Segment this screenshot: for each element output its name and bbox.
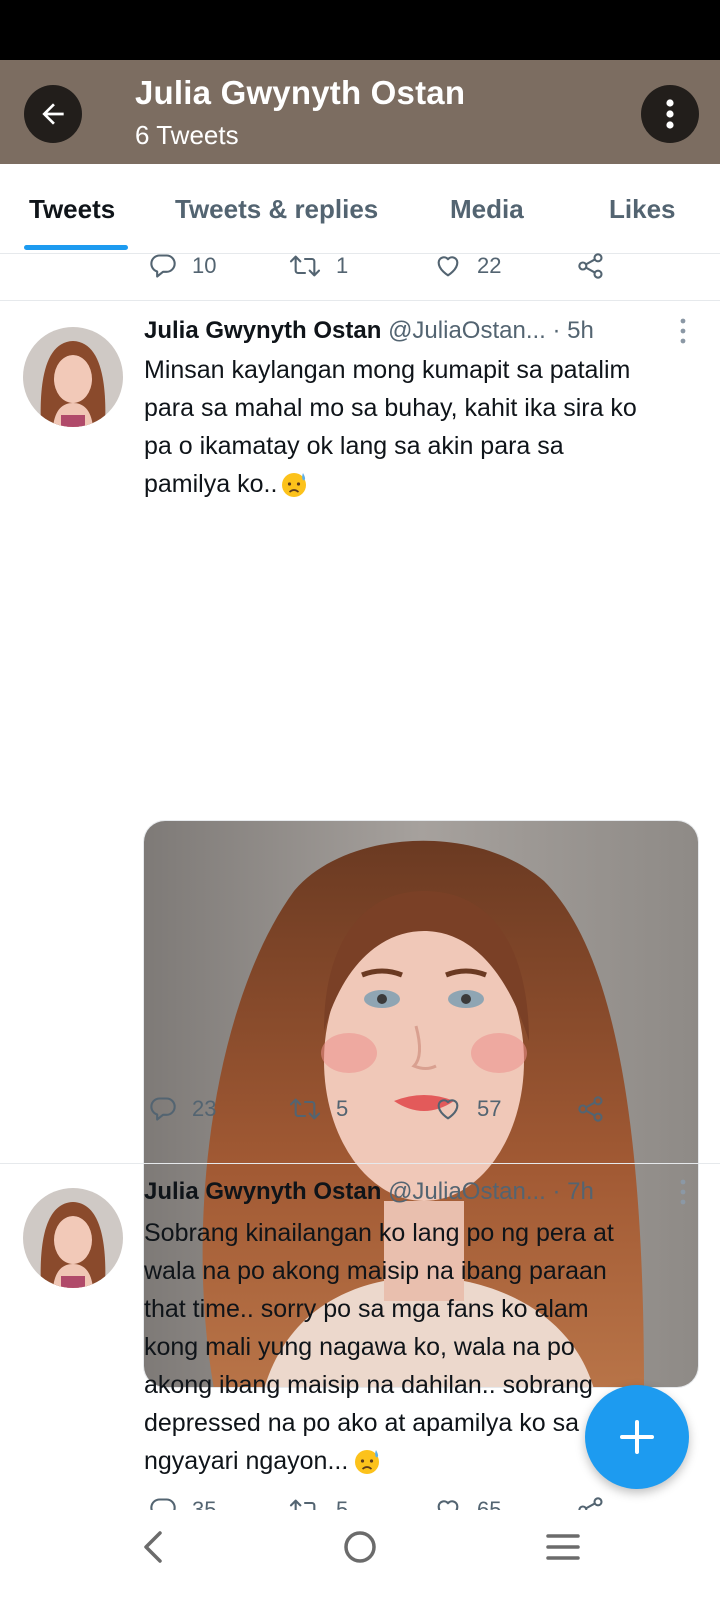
previous-tweet-actions: 10 1 22: [148, 246, 648, 286]
share-icon: [578, 1096, 603, 1122]
tab-media[interactable]: Media: [450, 194, 524, 225]
retweet-icon: [289, 1499, 316, 1510]
heart-icon: [437, 1500, 459, 1510]
author-name[interactable]: Julia Gwynyth Ostan: [144, 1178, 381, 1205]
sad-sweat-face-icon: [282, 473, 307, 497]
retweet-button[interactable]: 1: [288, 246, 348, 286]
profile-tabs: Tweets Tweets & replies Media Likes: [0, 164, 720, 254]
sad-sweat-face-icon: [355, 1450, 380, 1474]
reply-count: 23: [192, 1096, 217, 1121]
retweet-count: 5: [336, 1096, 349, 1121]
reply-button[interactable]: 23: [148, 1089, 216, 1129]
tweet-header: Julia Gwynyth Ostan @JuliaOstan... · 7h: [144, 1178, 674, 1206]
tweet-time[interactable]: · 7h: [553, 1178, 594, 1205]
like-button[interactable]: 22: [433, 246, 501, 286]
reply-count: 10: [192, 253, 217, 278]
avatar-photo: [23, 1188, 123, 1288]
active-tab-indicator: [24, 245, 128, 250]
share-button[interactable]: [576, 246, 606, 286]
nav-back-icon[interactable]: [140, 1530, 166, 1564]
avatar-photo: [23, 327, 123, 427]
like-button[interactable]: 57: [433, 1089, 501, 1129]
tweet-text-line: pa o ikamatay ok lang sa akin para sa: [144, 432, 564, 460]
profile-header: Julia Gwynyth Ostan 6 Tweets: [0, 60, 720, 164]
like-count: 65: [477, 1497, 502, 1510]
tab-tweets[interactable]: Tweets: [29, 194, 115, 225]
tweet-text-line: that time.. sorry po sa mga fans ko alam: [144, 1295, 589, 1323]
tweet-text-line: para sa mahal mo sa buhay, kahit ika sir…: [144, 394, 637, 422]
compose-tweet-button[interactable]: [585, 1385, 689, 1489]
tweet-text: Minsan kaylangan mong kumapit sa patalim…: [144, 351, 704, 503]
tweet-actions: 23 5 57: [148, 1089, 648, 1129]
like-count: 22: [477, 253, 502, 278]
retweet-button[interactable]: 5: [288, 1089, 348, 1129]
tweet-text-line: pamilya ko..: [144, 470, 278, 498]
share-button[interactable]: [576, 1089, 606, 1129]
nav-recents-icon[interactable]: [546, 1532, 580, 1562]
author-handle[interactable]: @JuliaOstan...: [388, 1178, 546, 1205]
reply-button[interactable]: 35: [148, 1490, 216, 1510]
back-button[interactable]: [24, 85, 82, 143]
heart-icon: [437, 1099, 459, 1120]
reply-icon: [150, 1498, 176, 1510]
share-icon: [578, 1497, 603, 1510]
plus-icon: [620, 1420, 654, 1454]
status-bar: [0, 0, 720, 60]
heart-icon: [437, 256, 459, 277]
tweet-text-line: kong mali yung nagawa ko, wala na po: [144, 1333, 575, 1361]
reply-icon: [150, 254, 176, 278]
author-name[interactable]: Julia Gwynyth Ostan: [144, 317, 381, 344]
tweet-text-line: Sobrang kinailangan ko lang po ng pera a…: [144, 1219, 614, 1247]
tweet-count: 6 Tweets: [135, 120, 239, 150]
reply-button[interactable]: 10: [148, 246, 216, 286]
retweet-icon: [289, 1098, 321, 1120]
avatar[interactable]: [23, 327, 123, 427]
tweet-actions: 35 5 65: [148, 1480, 648, 1510]
share-icon: [578, 253, 603, 279]
tweet-header: Julia Gwynyth Ostan @JuliaOstan... · 5h: [144, 317, 674, 345]
author-handle[interactable]: @JuliaOstan...: [388, 317, 546, 344]
retweet-count: 5: [336, 1497, 349, 1510]
share-button[interactable]: [576, 1490, 606, 1510]
arrow-left-icon: [42, 103, 64, 125]
reply-count: 35: [192, 1497, 217, 1510]
like-button[interactable]: 65: [433, 1490, 501, 1510]
system-navigation-bar: [0, 1510, 720, 1600]
tweet-menu-icon[interactable]: [680, 1179, 686, 1205]
avatar[interactable]: [23, 1188, 123, 1288]
more-options-button[interactable]: [641, 85, 699, 143]
tweet-menu-icon[interactable]: [680, 318, 686, 344]
retweet-icon: [289, 255, 321, 277]
like-count: 57: [477, 1096, 502, 1121]
tab-tweets-and-replies[interactable]: Tweets & replies: [175, 194, 378, 225]
more-vertical-icon: [666, 99, 674, 129]
tab-likes[interactable]: Likes: [609, 194, 676, 225]
retweet-count: 1: [336, 253, 349, 278]
tweet-time[interactable]: · 5h: [553, 317, 594, 344]
tweet-text-line: wala na po akong maisip na ibang paraan: [144, 1257, 607, 1285]
tweet[interactable]: Julia Gwynyth Ostan @JuliaOstan... · 5h …: [0, 301, 720, 1388]
reply-icon: [150, 1097, 176, 1121]
tweet-text-line: Minsan kaylangan mong kumapit sa patalim: [144, 356, 631, 384]
nav-home-icon[interactable]: [343, 1530, 377, 1564]
page-title: Julia Gwynyth Ostan: [135, 74, 466, 111]
retweet-button[interactable]: 5: [288, 1490, 348, 1510]
tweet-text-line: ngyayari ngayon...: [144, 1447, 349, 1475]
